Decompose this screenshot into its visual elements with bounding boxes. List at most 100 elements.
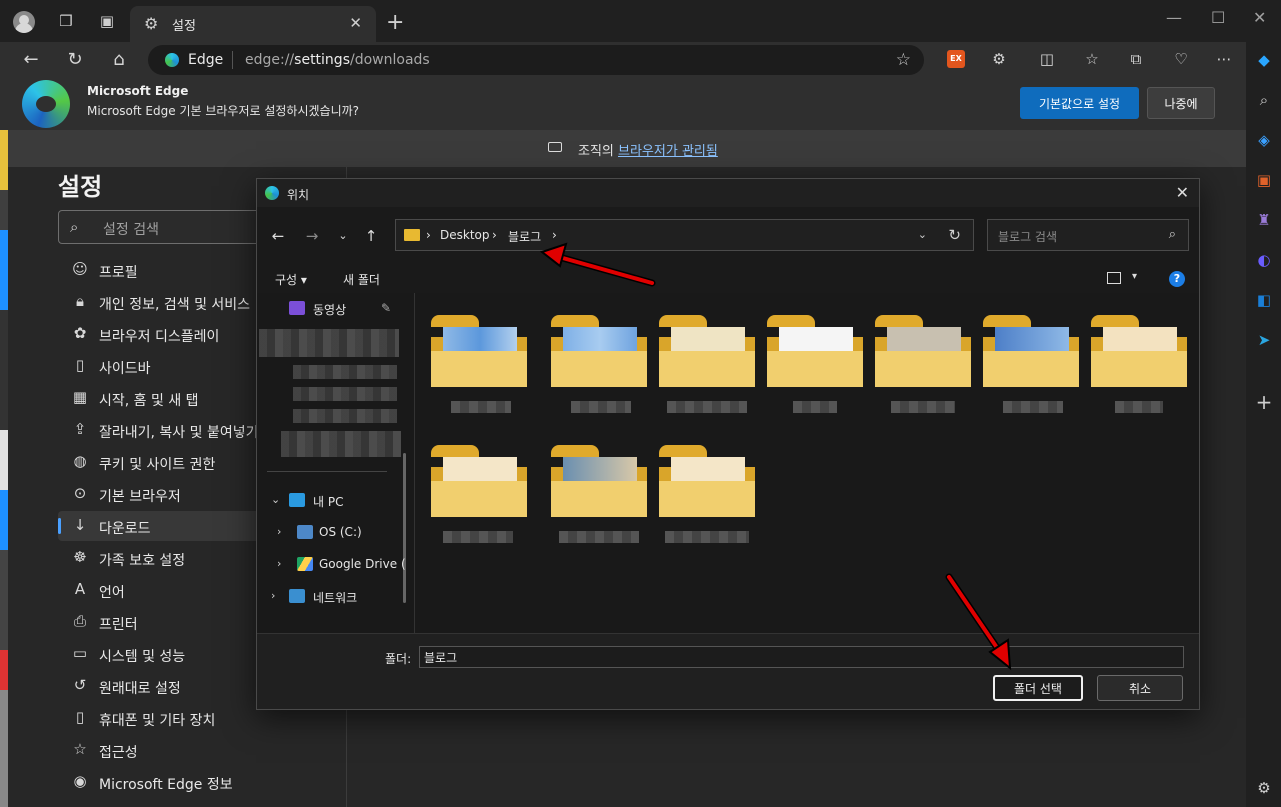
chevron-right-icon: › xyxy=(426,228,431,242)
breadcrumb-desktop[interactable]: Desktop xyxy=(440,228,490,242)
search-icon[interactable]: ⌕ xyxy=(1254,90,1274,110)
folder-item[interactable] xyxy=(551,445,647,563)
more-menu-icon[interactable]: ⋯ xyxy=(1215,50,1233,68)
copilot-icon[interactable]: ◆ xyxy=(1254,50,1274,70)
nav-item-google-drive[interactable]: › Google Drive ( xyxy=(257,551,407,579)
maximize-button[interactable]: ☐ xyxy=(1211,8,1225,27)
outlook-icon[interactable]: ◧ xyxy=(1254,290,1274,310)
chevron-right-icon[interactable]: › xyxy=(277,525,281,538)
chevron-down-icon[interactable]: ▾ xyxy=(1132,271,1137,282)
tab-title: 설정 xyxy=(172,19,196,34)
folder-name-input[interactable] xyxy=(419,646,1184,668)
minimize-button[interactable]: — xyxy=(1166,8,1182,27)
blurred-nav-item[interactable] xyxy=(293,365,397,379)
settings-heading: 설정 xyxy=(58,173,103,201)
edge-logo-icon xyxy=(265,186,279,200)
shopping-tag-icon[interactable]: ◈ xyxy=(1254,130,1274,150)
sidebar-item-label: 사이드바 xyxy=(99,361,151,377)
folder-item[interactable] xyxy=(875,315,971,433)
workspaces-icon[interactable]: ❒ xyxy=(57,12,75,30)
collections-icon[interactable]: ⧉ xyxy=(1127,50,1145,68)
sidebar-item-label: 가족 보호 설정 xyxy=(99,553,186,569)
back-icon[interactable]: ← xyxy=(269,227,287,245)
close-window-button[interactable]: ✕ xyxy=(1253,8,1266,27)
blurred-nav-item[interactable] xyxy=(259,329,399,357)
view-mode-icon[interactable] xyxy=(1107,272,1121,284)
family-icon: ☸ xyxy=(73,548,87,566)
desktop-background-strip xyxy=(0,130,8,807)
blurred-nav-item[interactable] xyxy=(293,387,397,401)
new-folder-button[interactable]: 새 폴더 xyxy=(343,271,380,288)
blurred-nav-item[interactable] xyxy=(281,431,401,457)
split-screen-icon[interactable]: ◫ xyxy=(1038,50,1056,68)
up-folder-icon[interactable]: ↑ xyxy=(362,227,380,245)
tab-settings[interactable]: ⚙ 설정 ✕ xyxy=(130,6,376,42)
select-folder-button[interactable]: 폴더 선택 xyxy=(993,675,1083,701)
navigation-pane: 동영상 ✎ ⌄ 내 PC › OS (C:) › Google Drive ( … xyxy=(257,293,415,633)
folder-item[interactable] xyxy=(1091,315,1187,433)
folder-item[interactable] xyxy=(431,445,527,563)
edge-icon: ◉ xyxy=(73,772,87,790)
refresh-icon[interactable]: ↻ xyxy=(948,226,961,244)
folder-item[interactable] xyxy=(983,315,1079,433)
language-icon: A xyxy=(74,580,86,598)
address-bar[interactable]: Edge edge://settings/downloads ☆ xyxy=(148,45,924,75)
profile-avatar[interactable] xyxy=(13,11,35,33)
blurred-nav-item[interactable] xyxy=(293,409,397,423)
forward-icon[interactable]: → xyxy=(303,227,321,245)
tab-actions-icon[interactable]: ▣ xyxy=(98,12,116,30)
folder-item[interactable] xyxy=(659,315,755,433)
extension-ex-icon[interactable]: EX xyxy=(947,50,965,68)
sidebar-item-accessibility[interactable]: ☆ 접근성 xyxy=(58,735,348,765)
extensions-puzzle-icon[interactable]: ⚙ xyxy=(990,50,1008,68)
later-button[interactable]: 나중에 xyxy=(1147,87,1215,119)
chevron-down-icon[interactable]: ⌄ xyxy=(918,228,927,241)
cancel-button[interactable]: 취소 xyxy=(1097,675,1183,701)
lock-icon: 🔒︎ xyxy=(76,292,84,310)
managed-link[interactable]: 브라우저가 관리됨 xyxy=(618,144,718,159)
chevron-right-icon[interactable]: › xyxy=(271,589,275,602)
refresh-icon[interactable]: ↻ xyxy=(64,49,86,70)
folder-grid xyxy=(415,293,1199,633)
favorites-icon[interactable]: ☆ xyxy=(1083,50,1101,68)
set-default-button[interactable]: 기본값으로 설정 xyxy=(1020,87,1139,119)
sidebar-item-edge[interactable]: ◉ Microsoft Edge 정보 xyxy=(58,767,348,797)
tools-briefcase-icon[interactable]: ▣ xyxy=(1254,170,1274,190)
folder-item[interactable] xyxy=(551,315,647,433)
sidebar-item-label: Microsoft Edge 정보 xyxy=(99,777,233,793)
computer-icon xyxy=(289,493,305,507)
tab-strip: ❒ ▣ ⚙ 설정 ✕ + — ☐ ✕ xyxy=(0,0,1281,42)
health-heart-icon[interactable]: ♡ xyxy=(1172,50,1190,68)
accessibility-icon: ☆ xyxy=(73,740,87,758)
add-sidebar-app-icon[interactable]: + xyxy=(1254,392,1274,412)
address-separator xyxy=(232,51,233,69)
nav-item-network[interactable]: › 네트워크 xyxy=(257,583,407,611)
nav-item-videos[interactable]: 동영상 ✎ xyxy=(257,295,407,323)
palette-icon: ✿ xyxy=(73,324,87,342)
new-tab-button[interactable]: + xyxy=(386,10,404,35)
nav-item-os-drive[interactable]: › OS (C:) xyxy=(257,519,407,547)
telegram-icon[interactable]: ➤ xyxy=(1254,330,1274,350)
breadcrumb-blog[interactable]: 블로그 xyxy=(508,228,541,245)
chevron-right-icon[interactable]: › xyxy=(277,557,281,570)
dialog-close-icon[interactable]: ✕ xyxy=(1176,183,1189,202)
google-drive-icon xyxy=(297,557,313,571)
sidebar-item-label: 휴대폰 및 기타 장치 xyxy=(99,713,216,729)
folder-item[interactable] xyxy=(767,315,863,433)
games-icon[interactable]: ♜ xyxy=(1254,210,1274,230)
home-icon[interactable]: ⌂ xyxy=(108,49,130,70)
path-breadcrumb[interactable]: › Desktop › 블로그 › ⌄ ↻ xyxy=(395,219,974,251)
folder-item[interactable] xyxy=(659,445,755,563)
recent-locations-icon[interactable]: ⌄ xyxy=(334,229,352,242)
organize-button[interactable]: 구성 ▾ xyxy=(275,271,307,288)
microsoft-365-icon[interactable]: ◐ xyxy=(1254,250,1274,270)
help-icon[interactable]: ? xyxy=(1169,271,1185,287)
back-icon[interactable]: ← xyxy=(20,49,42,70)
sidebar-settings-icon[interactable]: ⚙ xyxy=(1254,778,1274,798)
nav-item-this-pc[interactable]: ⌄ 내 PC xyxy=(257,487,407,515)
chevron-down-icon[interactable]: ⌄ xyxy=(271,493,280,506)
folder-item[interactable] xyxy=(431,315,527,433)
favorite-star-icon[interactable]: ☆ xyxy=(896,50,911,70)
close-tab-icon[interactable]: ✕ xyxy=(349,14,362,32)
dialog-search-input[interactable]: 블로그 검색 ⌕ xyxy=(987,219,1189,251)
